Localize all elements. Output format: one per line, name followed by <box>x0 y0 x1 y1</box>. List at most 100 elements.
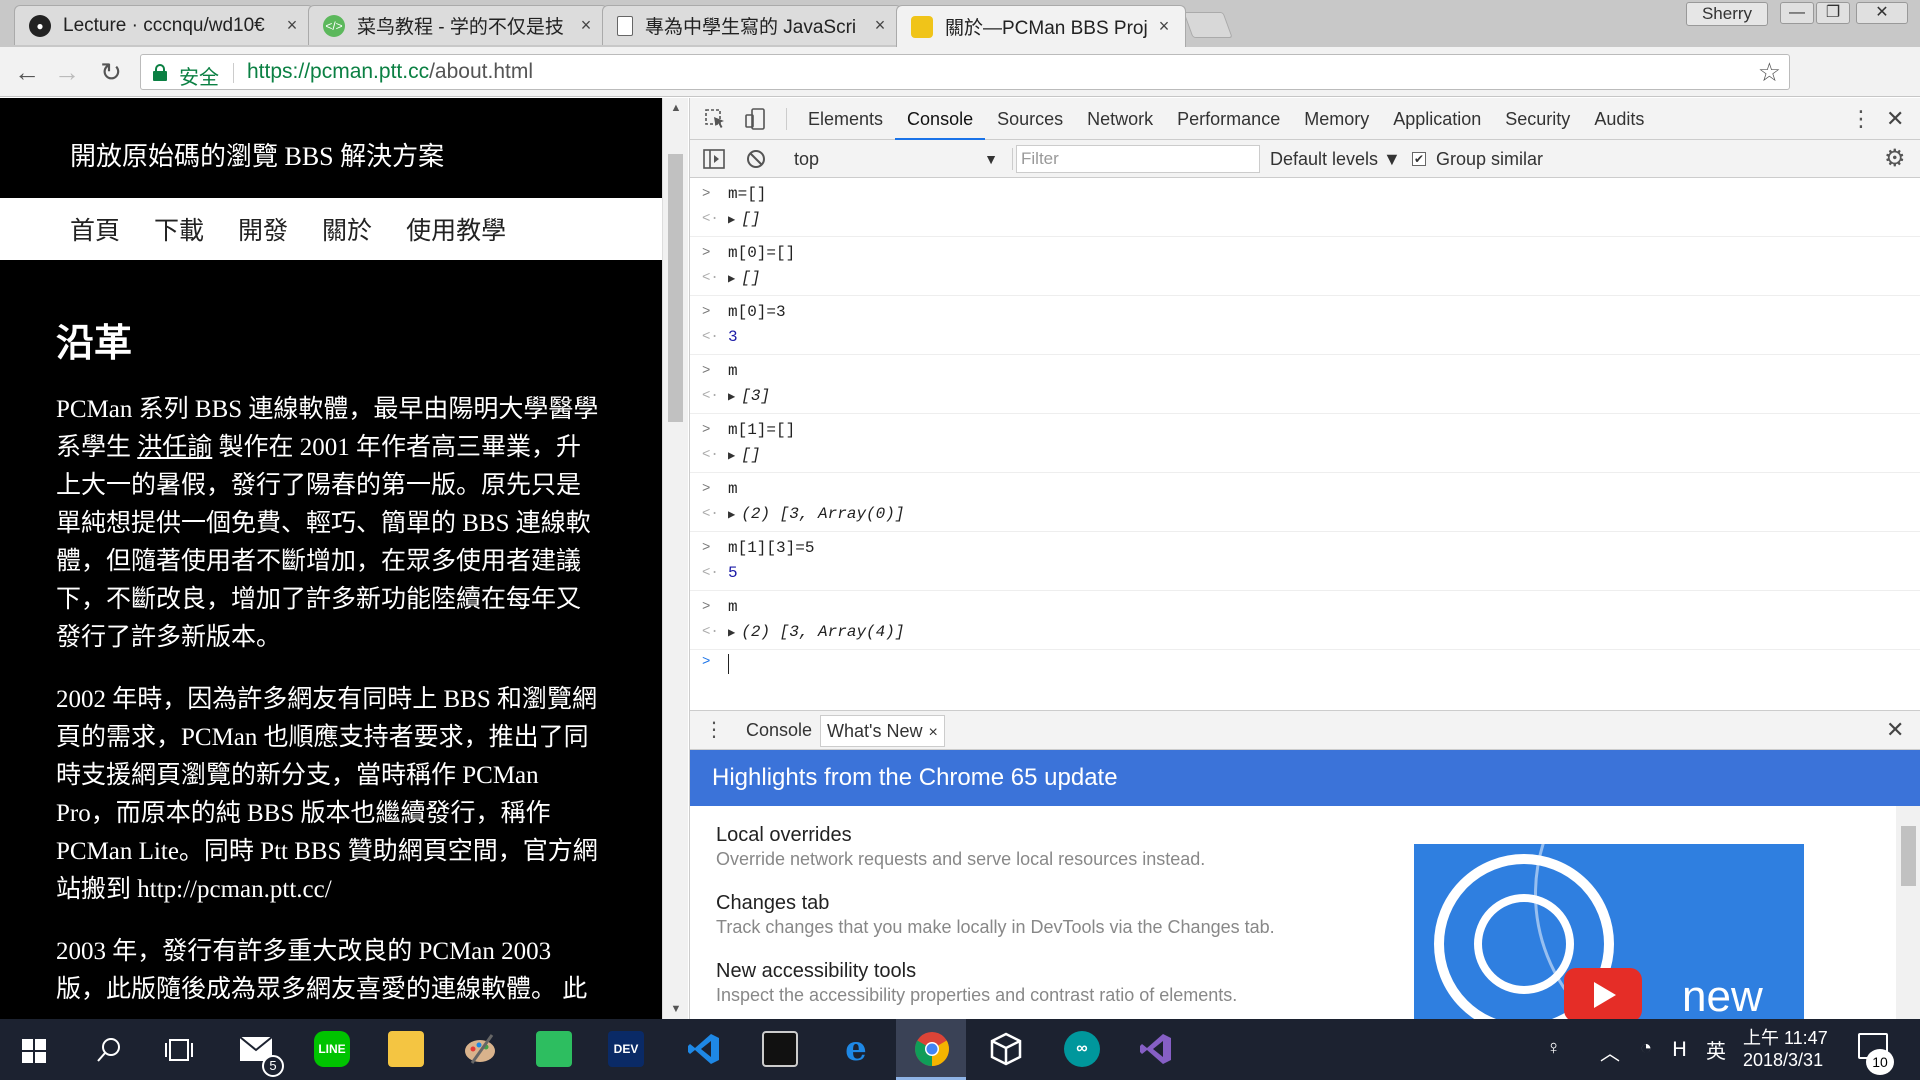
tab-memory[interactable]: Memory <box>1292 98 1381 140</box>
scroll-down-arrow-icon[interactable]: ▼ <box>663 999 689 1019</box>
expand-triangle-icon[interactable]: ▶ <box>728 449 735 463</box>
whats-new-scrollbar[interactable] <box>1896 806 1920 1019</box>
expand-triangle-icon[interactable]: ▶ <box>728 626 735 640</box>
drawer-close-icon[interactable]: ✕ <box>1886 715 1904 745</box>
clock[interactable]: 上午 11:47 2018/3/31 <box>1743 1027 1828 1071</box>
browser-tab-pcman[interactable]: 關於—PCMan BBS Proj × <box>896 5 1186 47</box>
nav-link-about[interactable]: 關於 <box>322 211 372 247</box>
console-result-line[interactable]: <· ▶ (2) [3, Array(0)] <box>690 502 1920 527</box>
browser-tab-runoob[interactable]: </> 菜鸟教程 - 学的不仅是技 × <box>308 5 608 45</box>
chevron-up-icon[interactable]: ︿ <box>1600 1037 1620 1066</box>
log-levels-dropdown[interactable]: Default levels ▼ <box>1270 146 1401 172</box>
minimize-button[interactable]: — <box>1780 2 1814 24</box>
nav-link-download[interactable]: 下載 <box>154 211 204 247</box>
bookmark-star-icon[interactable]: ☆ <box>1758 57 1781 88</box>
tab-performance[interactable]: Performance <box>1165 98 1292 140</box>
expand-triangle-icon[interactable]: ▶ <box>728 390 735 404</box>
evernote-icon[interactable] <box>536 1031 572 1067</box>
terminal-icon[interactable] <box>762 1031 798 1067</box>
tab-application[interactable]: Application <box>1381 98 1493 140</box>
close-icon[interactable]: × <box>575 15 597 36</box>
3d-builder-icon[interactable] <box>988 1031 1024 1067</box>
sidebar-toggle-icon[interactable] <box>702 148 726 170</box>
nav-link-tutorial[interactable]: 使用教學 <box>406 211 506 247</box>
ime-indicator[interactable]: 英 <box>1706 1035 1726 1064</box>
close-icon[interactable]: × <box>1153 16 1175 37</box>
visual-studio-icon[interactable] <box>1138 1031 1174 1067</box>
result-prompt-icon: <· <box>702 329 719 345</box>
volume-icon[interactable]: ᕼ <box>1672 1037 1687 1062</box>
devtools-close-icon[interactable]: ✕ <box>1886 104 1904 134</box>
chrome-icon[interactable] <box>914 1031 950 1067</box>
drawer-tab-whats-new[interactable]: What's New × <box>820 715 945 747</box>
author-link[interactable]: 洪任諭 <box>137 434 212 461</box>
scroll-up-arrow-icon[interactable]: ▲ <box>663 98 689 118</box>
new-tab-button[interactable] <box>1183 12 1233 38</box>
page-scrollbar[interactable]: ▲ ▼ <box>662 98 688 1019</box>
back-button[interactable]: ← <box>12 57 42 87</box>
expand-triangle-icon[interactable]: ▶ <box>728 272 735 286</box>
tab-sources[interactable]: Sources <box>985 98 1075 140</box>
drawer-tab-console[interactable]: Console <box>746 711 812 749</box>
window-close-button[interactable]: ✕ <box>1856 2 1908 24</box>
address-bar[interactable]: 安全 https://pcman.ptt.cc/about.html ☆ <box>140 54 1790 90</box>
close-icon[interactable]: × <box>869 15 891 36</box>
paint-icon[interactable] <box>462 1031 498 1067</box>
device-toolbar-icon[interactable] <box>744 108 768 130</box>
close-icon[interactable]: × <box>281 15 303 36</box>
whats-new-item[interactable]: Changes tab Track changes that you make … <box>716 892 1275 938</box>
console-result-line[interactable]: <· ▶ [] <box>690 443 1920 468</box>
group-similar-checkbox[interactable]: ✔ <box>1412 152 1426 166</box>
expand-triangle-icon[interactable]: ▶ <box>728 508 735 522</box>
tab-console[interactable]: Console <box>895 98 986 140</box>
dev-cpp-icon[interactable]: DEV <box>608 1031 644 1067</box>
console-prompt-input[interactable]: > <box>690 650 1920 678</box>
forward-button[interactable]: → <box>52 57 82 87</box>
console-result-value: (2) [3, Array(0)] <box>741 505 905 523</box>
whats-new-scroll-thumb[interactable] <box>1901 826 1916 886</box>
whats-new-item[interactable]: Local overrides Override network request… <box>716 824 1205 870</box>
clear-console-icon[interactable] <box>744 148 768 170</box>
people-icon[interactable]: ♀ <box>1546 1037 1561 1060</box>
devtools-menu-icon[interactable]: ⋮ <box>1850 104 1872 134</box>
task-view-icon[interactable] <box>164 1037 194 1063</box>
url-text[interactable]: https://pcman.ptt.cc/about.html <box>247 60 533 84</box>
reload-button[interactable]: ↻ <box>96 57 126 87</box>
tab-network[interactable]: Network <box>1075 98 1165 140</box>
tab-security[interactable]: Security <box>1493 98 1582 140</box>
context-selector[interactable]: top ▼ <box>794 146 1002 172</box>
close-icon[interactable]: × <box>928 724 937 741</box>
drawer-menu-icon[interactable]: ⋮ <box>704 715 724 745</box>
whats-new-video-thumbnail[interactable]: new <box>1414 844 1804 1019</box>
inspect-element-icon[interactable] <box>704 108 728 130</box>
console-result-line[interactable]: <· ▶ [3] <box>690 384 1920 409</box>
tab-audits[interactable]: Audits <box>1582 98 1656 140</box>
browser-tab-lecture[interactable]: ● Lecture · cccnqu/wd10€ × <box>14 5 314 45</box>
wifi-icon[interactable]: ◔ <box>1640 1037 1652 1060</box>
console-input-line: > m[0]=[] <box>690 241 1920 266</box>
console-result-line[interactable]: <· ▶ (2) [3, Array(4)] <box>690 620 1920 645</box>
youtube-play-icon[interactable] <box>1564 968 1642 1019</box>
console-messages[interactable]: > m=[] <· ▶ [] > m[0]=[] <· ▶ [] > m[0]=3 <· 3 >… <box>690 178 1920 708</box>
console-result-line[interactable]: <· ▶ [] <box>690 207 1920 232</box>
console-result-line[interactable]: <· ▶ [] <box>690 266 1920 291</box>
whats-new-item[interactable]: New accessibility tools Inspect the acce… <box>716 960 1237 1006</box>
windows-start-icon[interactable] <box>22 1039 46 1063</box>
browser-tab-javascript[interactable]: 專為中學生寫的 JavaScri × <box>602 5 902 45</box>
line-app-icon[interactable]: LINE <box>314 1031 350 1067</box>
nav-link-home[interactable]: 首頁 <box>70 211 120 247</box>
vscode-icon[interactable] <box>686 1031 722 1067</box>
file-explorer-icon[interactable] <box>388 1031 424 1067</box>
search-icon[interactable] <box>96 1037 122 1063</box>
edge-browser-icon[interactable]: e <box>838 1029 874 1069</box>
expand-triangle-icon[interactable]: ▶ <box>728 213 735 227</box>
tab-elements[interactable]: Elements <box>796 98 895 140</box>
page-scroll-thumb[interactable] <box>668 154 683 422</box>
gear-icon[interactable]: ⚙ <box>1884 144 1906 174</box>
profile-button[interactable]: Sherry <box>1686 2 1768 26</box>
restore-button[interactable]: ❐ <box>1816 2 1850 24</box>
console-filter-input[interactable]: Filter <box>1016 145 1260 173</box>
nav-link-develop[interactable]: 開發 <box>238 211 288 247</box>
console-result-line: <· 3 <box>690 325 1920 350</box>
arduino-icon[interactable]: ∞ <box>1064 1031 1100 1067</box>
